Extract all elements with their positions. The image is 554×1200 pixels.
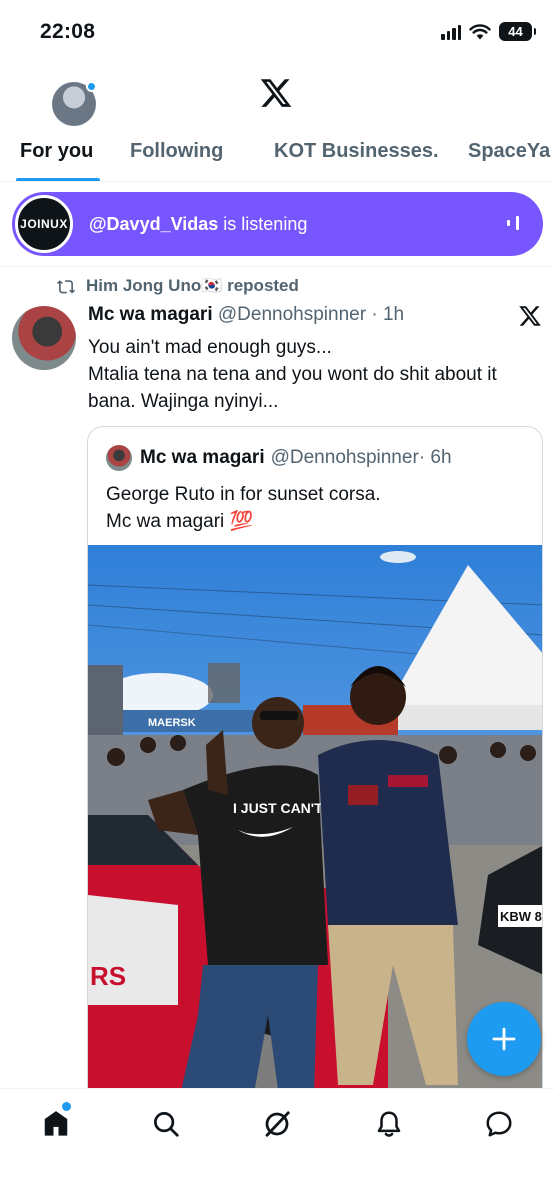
tab-kot-businesses[interactable]: KOT Businesses. (274, 140, 439, 163)
repost-icon (56, 280, 76, 294)
nav-messages[interactable] (482, 1107, 516, 1141)
repost-indicator[interactable]: Him Jong Uno🇰🇷 reposted (56, 276, 299, 296)
author-name[interactable]: Mc wa magari (88, 304, 213, 325)
nav-notifications[interactable] (372, 1107, 406, 1141)
nav-search[interactable] (149, 1107, 183, 1141)
tweet-text-line: You ain't mad enough guys... (88, 337, 332, 358)
shirt-text: I JUST CAN'T. (233, 800, 325, 816)
home-icon (44, 1111, 68, 1136)
profile-avatar-button[interactable] (26, 72, 97, 126)
x-logo-icon (519, 306, 541, 326)
quote-author-handle: @Dennohspinner (270, 447, 419, 468)
quote-text-line: Mc wa magari 💯 (106, 511, 254, 532)
space-host-handle: @Davyd_Vidas (89, 213, 219, 234)
space-status: @Davyd_Vidas is listening (89, 214, 307, 235)
quote-time: · 6h (418, 447, 452, 468)
compose-button[interactable] (467, 1002, 541, 1076)
home-notification-dot (62, 1102, 71, 1111)
status-bar: 22:08 44 (0, 0, 554, 62)
audio-bars-icon (507, 216, 519, 230)
signal-icon (441, 24, 461, 40)
bottom-nav (0, 1088, 554, 1200)
x-logo-icon[interactable] (259, 76, 293, 110)
quote-author-avatar (106, 445, 132, 471)
car-lettering: RS (90, 961, 126, 991)
divider (0, 266, 554, 267)
wifi-icon (469, 23, 491, 39)
tab-spaceya[interactable]: SpaceYa (468, 140, 550, 163)
tab-for-you[interactable]: For you (20, 140, 93, 163)
plate-text: KBW 85 (500, 909, 543, 924)
notification-dot (86, 81, 97, 92)
timeline-tabs: For you Following KOT Businesses. SpaceY… (0, 124, 554, 182)
container-label: MAERSK (148, 717, 196, 729)
search-icon (154, 1112, 179, 1137)
tweet-text-line: Mtalia tena na tena and you wont do shit… (88, 364, 497, 412)
author-avatar[interactable] (12, 306, 76, 370)
messages-icon (486, 1111, 512, 1137)
bell-icon (377, 1111, 401, 1137)
battery-icon: 44 (499, 22, 536, 41)
space-listening-banner[interactable]: JOINUX @Davyd_Vidas is listening (12, 192, 543, 256)
grok-icon (265, 1111, 290, 1137)
author-handle[interactable]: @Dennohspinner (218, 304, 366, 325)
quote-author-name: Mc wa magari (140, 447, 265, 468)
nav-grok[interactable] (260, 1107, 294, 1141)
tweet-time: · 1h (371, 304, 405, 325)
tab-following[interactable]: Following (130, 140, 223, 163)
repost-text: Him Jong Uno🇰🇷 reposted (86, 276, 299, 295)
quote-text: George Ruto in for sunset corsa. Mc wa m… (106, 481, 381, 535)
status-icons: 44 (441, 22, 536, 41)
status-time: 22:08 (40, 20, 96, 43)
nav-home[interactable] (39, 1107, 73, 1141)
active-tab-indicator (16, 178, 100, 181)
space-status-text: is listening (218, 213, 308, 234)
plus-icon (492, 1027, 516, 1051)
tweet-text: You ain't mad enough guys... Mtalia tena… (88, 334, 544, 415)
tweet-header: Mc wa magari @Dennohspinner · 1h (88, 304, 404, 326)
space-host-avatar: JOINUX (15, 195, 73, 253)
quote-text-line: George Ruto in for sunset corsa. (106, 484, 381, 505)
quote-header: Mc wa magari @Dennohspinner · 6h (106, 445, 452, 471)
header (0, 62, 554, 126)
